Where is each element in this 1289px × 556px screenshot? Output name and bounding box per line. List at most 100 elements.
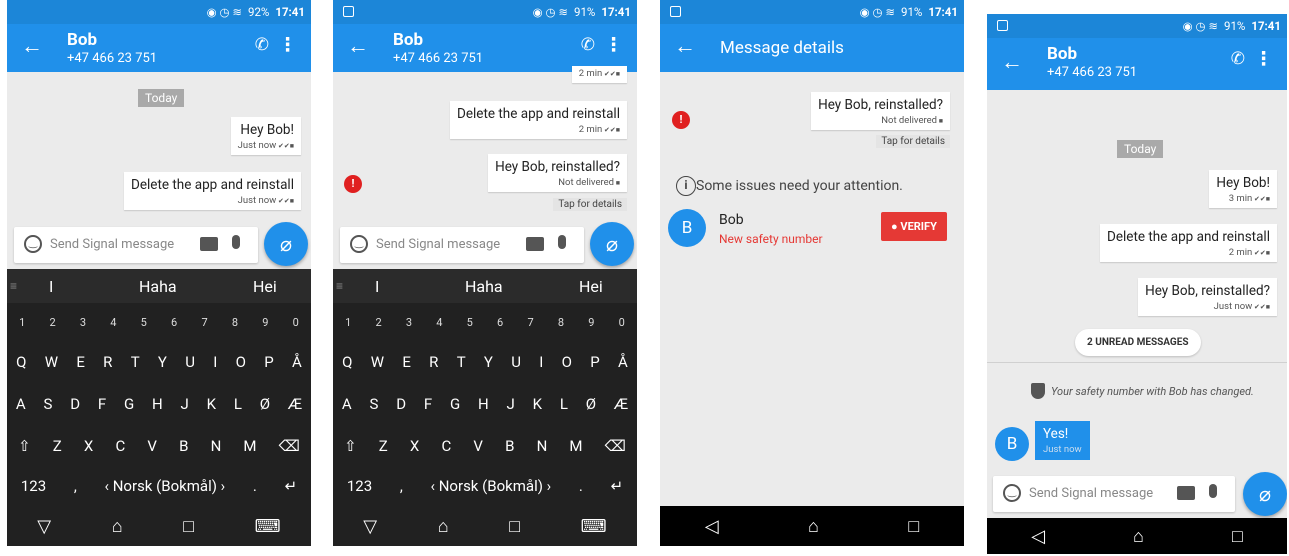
comma-key[interactable]: , [74, 477, 77, 495]
home-icon[interactable]: ⌂ [112, 516, 123, 537]
key[interactable]: I [213, 353, 217, 371]
more-menu-icon[interactable]: ⋮ [278, 33, 297, 56]
message-bubble[interactable]: 2 min [571, 66, 627, 83]
back-nav-icon[interactable]: ◁ [705, 516, 719, 537]
key[interactable]: 2 [49, 316, 55, 329]
key[interactable]: Y [158, 353, 167, 371]
key[interactable]: 7 [527, 316, 533, 329]
message-bubble[interactable]: Hey Bob, reinstalled? Just now [1138, 278, 1277, 316]
call-icon[interactable]: ✆ [1231, 49, 1245, 69]
key[interactable]: U [185, 353, 195, 371]
shift-key[interactable]: ⇧ [344, 437, 357, 455]
message-bubble[interactable]: Hey Bob, reinstalled? Not delivered [488, 154, 627, 192]
key[interactable]: P [264, 353, 273, 371]
key[interactable]: E [402, 353, 411, 371]
emoji-icon[interactable]: ‿ [24, 235, 42, 253]
home-icon[interactable]: ⌂ [808, 516, 819, 537]
key[interactable]: 5 [467, 316, 473, 329]
symbols-key[interactable]: 123 [21, 477, 46, 495]
space-key[interactable]: ‹ Norsk (Bokmål) › [105, 477, 226, 495]
keyboard-switch-icon[interactable]: ⌨ [255, 516, 281, 537]
key[interactable]: N [211, 437, 222, 455]
recents-icon[interactable]: □ [183, 516, 194, 537]
symbols-key[interactable]: 123 [347, 477, 372, 495]
enter-key[interactable]: ↵ [285, 477, 298, 495]
key[interactable]: 9 [588, 316, 594, 329]
more-menu-icon[interactable]: ⋮ [1254, 47, 1273, 70]
key[interactable]: L [560, 395, 568, 413]
suggestion[interactable]: Hei [579, 277, 603, 296]
key[interactable]: F [424, 395, 432, 413]
more-menu-icon[interactable]: ⋮ [604, 33, 623, 56]
message-input[interactable]: Send Signal message [1029, 486, 1153, 501]
key[interactable]: Ø [260, 395, 270, 413]
home-icon[interactable]: ⌂ [438, 516, 449, 537]
key[interactable]: T [131, 353, 140, 371]
attach-button[interactable]: ⌀ [1243, 472, 1287, 516]
key[interactable]: 0 [293, 316, 299, 329]
key[interactable]: R [103, 353, 112, 371]
key[interactable]: 1 [19, 316, 25, 329]
key[interactable]: 8 [558, 316, 564, 329]
key[interactable]: W [45, 353, 58, 371]
hide-keyboard-icon[interactable]: ▽ [363, 516, 377, 537]
tap-for-details[interactable]: Tap for details [553, 198, 627, 211]
suggestion[interactable]: I [375, 277, 379, 296]
key[interactable]: E [76, 353, 85, 371]
microphone-icon[interactable] [232, 235, 240, 249]
attach-button[interactable]: ⌀ [264, 222, 308, 266]
key[interactable]: 5 [141, 316, 147, 329]
key[interactable]: U [511, 353, 521, 371]
key[interactable]: K [207, 395, 216, 413]
call-icon[interactable]: ✆ [581, 35, 595, 55]
call-icon[interactable]: ✆ [255, 35, 269, 55]
camera-icon[interactable] [1177, 486, 1195, 500]
period-key[interactable]: . [579, 477, 583, 495]
suggestion[interactable]: Hei [253, 277, 277, 296]
attach-button[interactable]: ⌀ [590, 222, 634, 266]
microphone-icon[interactable] [1209, 484, 1217, 498]
recents-icon[interactable]: □ [908, 516, 919, 537]
key[interactable]: 3 [406, 316, 412, 329]
recents-icon[interactable]: □ [1232, 526, 1243, 547]
key[interactable]: X [410, 437, 419, 455]
key[interactable]: R [429, 353, 438, 371]
message-bubble[interactable]: Delete the app and reinstall Just now [124, 172, 301, 210]
key[interactable]: Æ [614, 395, 628, 413]
key[interactable]: X [84, 437, 93, 455]
suggestion[interactable]: Haha [465, 277, 503, 296]
verify-button[interactable]: ● VERIFY [881, 212, 947, 241]
message-bubble[interactable]: Hey Bob! 3 min [1209, 170, 1277, 208]
key[interactable]: V [473, 437, 483, 455]
camera-icon[interactable] [526, 237, 544, 251]
key[interactable]: 3 [80, 316, 86, 329]
key[interactable]: Å [292, 353, 302, 371]
suggestion[interactable]: Haha [139, 277, 177, 296]
hide-keyboard-icon[interactable]: ▽ [37, 516, 51, 537]
key[interactable]: Q [16, 353, 26, 371]
key[interactable]: B [179, 437, 188, 455]
back-nav-icon[interactable]: ◁ [1031, 526, 1045, 547]
key[interactable]: P [590, 353, 599, 371]
keyboard-switch-icon[interactable]: ⌨ [581, 516, 607, 537]
key[interactable]: 8 [232, 316, 238, 329]
key[interactable]: 6 [171, 316, 177, 329]
key[interactable]: G [450, 395, 460, 413]
contact-name[interactable]: Bob [393, 30, 423, 50]
key[interactable]: 4 [110, 316, 116, 329]
key[interactable]: 4 [436, 316, 442, 329]
menu-icon[interactable]: ≡ [10, 279, 17, 293]
comma-key[interactable]: , [400, 477, 403, 495]
key[interactable]: T [457, 353, 466, 371]
period-key[interactable]: . [253, 477, 257, 495]
avatar[interactable]: B [995, 427, 1029, 461]
key[interactable]: L [234, 395, 242, 413]
key[interactable]: Å [618, 353, 628, 371]
key[interactable]: O [236, 353, 246, 371]
suggestion[interactable]: I [49, 277, 53, 296]
key[interactable]: C [441, 437, 451, 455]
error-icon[interactable]: ! [344, 175, 362, 193]
key[interactable]: Æ [288, 395, 302, 413]
key[interactable]: H [478, 395, 489, 413]
key[interactable]: S [44, 395, 53, 413]
